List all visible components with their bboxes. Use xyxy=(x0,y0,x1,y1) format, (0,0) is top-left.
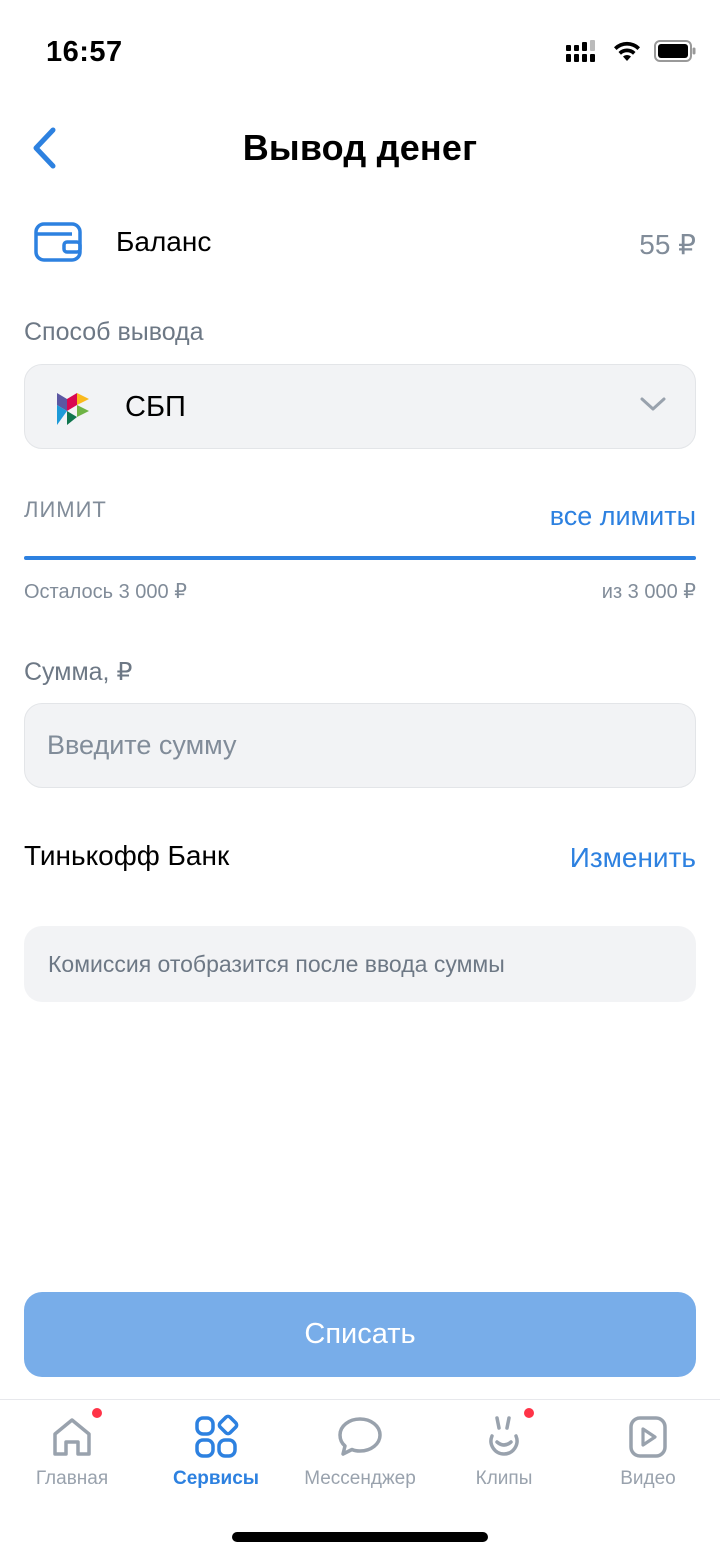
tab-video[interactable]: Видео xyxy=(576,1412,720,1502)
tab-clips[interactable]: Клипы xyxy=(432,1408,576,1502)
withdrawal-method-select[interactable]: СБП xyxy=(24,364,696,449)
video-icon xyxy=(629,1416,667,1458)
tab-home-label: Главная xyxy=(35,1468,109,1489)
commission-info: Комиссия отобразится после ввода суммы xyxy=(24,926,696,1002)
withdrawal-method-value: СБП xyxy=(125,391,186,423)
limit-total: из 3 000 ₽ xyxy=(601,581,696,603)
sbp-logo-icon xyxy=(57,393,89,425)
wifi-icon xyxy=(614,41,640,61)
tab-services-label: Сервисы xyxy=(172,1468,260,1489)
home-icon xyxy=(53,1418,91,1456)
tab-services[interactable]: Сервисы xyxy=(144,1412,288,1502)
limit-label: ЛИМИТ xyxy=(24,497,107,522)
chat-bubble-icon xyxy=(338,1417,382,1456)
clips-icon xyxy=(489,1416,519,1456)
limit-progress-bar xyxy=(24,556,696,560)
limit-remaining: Осталось 3 000 ₽ xyxy=(24,581,187,603)
tab-clips-label: Клипы xyxy=(475,1468,533,1489)
tab-messenger[interactable]: Мессенджер xyxy=(288,1412,432,1502)
services-icon xyxy=(195,1414,239,1458)
all-limits-link[interactable]: все лимиты xyxy=(550,501,696,532)
limit-progress-fill xyxy=(24,556,696,560)
chevron-down-icon xyxy=(640,397,666,411)
commission-text: Комиссия отобразится после ввода суммы xyxy=(48,951,505,977)
page-title: Вывод денег xyxy=(242,127,478,168)
submit-button[interactable]: Списать xyxy=(24,1292,696,1377)
cellular-signal-icon xyxy=(566,40,595,62)
balance-value: 55 ₽ xyxy=(639,229,696,260)
home-notification-badge xyxy=(92,1408,102,1418)
status-bar: 16:57 xyxy=(0,0,720,100)
tab-home[interactable]: Главная xyxy=(0,1408,144,1502)
balance-row: Баланс 55 ₽ xyxy=(24,210,696,274)
tab-video-label: Видео xyxy=(620,1468,676,1489)
status-time: 16:57 xyxy=(46,36,123,68)
nav-bar: Вывод денег xyxy=(0,110,720,190)
wallet-icon xyxy=(34,222,82,262)
status-icons xyxy=(566,40,696,62)
amount-input[interactable] xyxy=(24,703,696,788)
change-bank-link[interactable]: Изменить xyxy=(570,842,696,874)
withdrawal-method-label: Способ вывода xyxy=(24,318,204,346)
amount-label: Сумма, ₽ xyxy=(24,658,133,686)
tab-messenger-label: Мессенджер xyxy=(304,1468,416,1489)
bank-name: Тинькофф Банк xyxy=(24,840,230,871)
balance-label: Баланс xyxy=(116,226,212,257)
clips-notification-badge xyxy=(524,1408,534,1418)
home-indicator xyxy=(232,1532,488,1542)
battery-icon xyxy=(654,40,696,62)
